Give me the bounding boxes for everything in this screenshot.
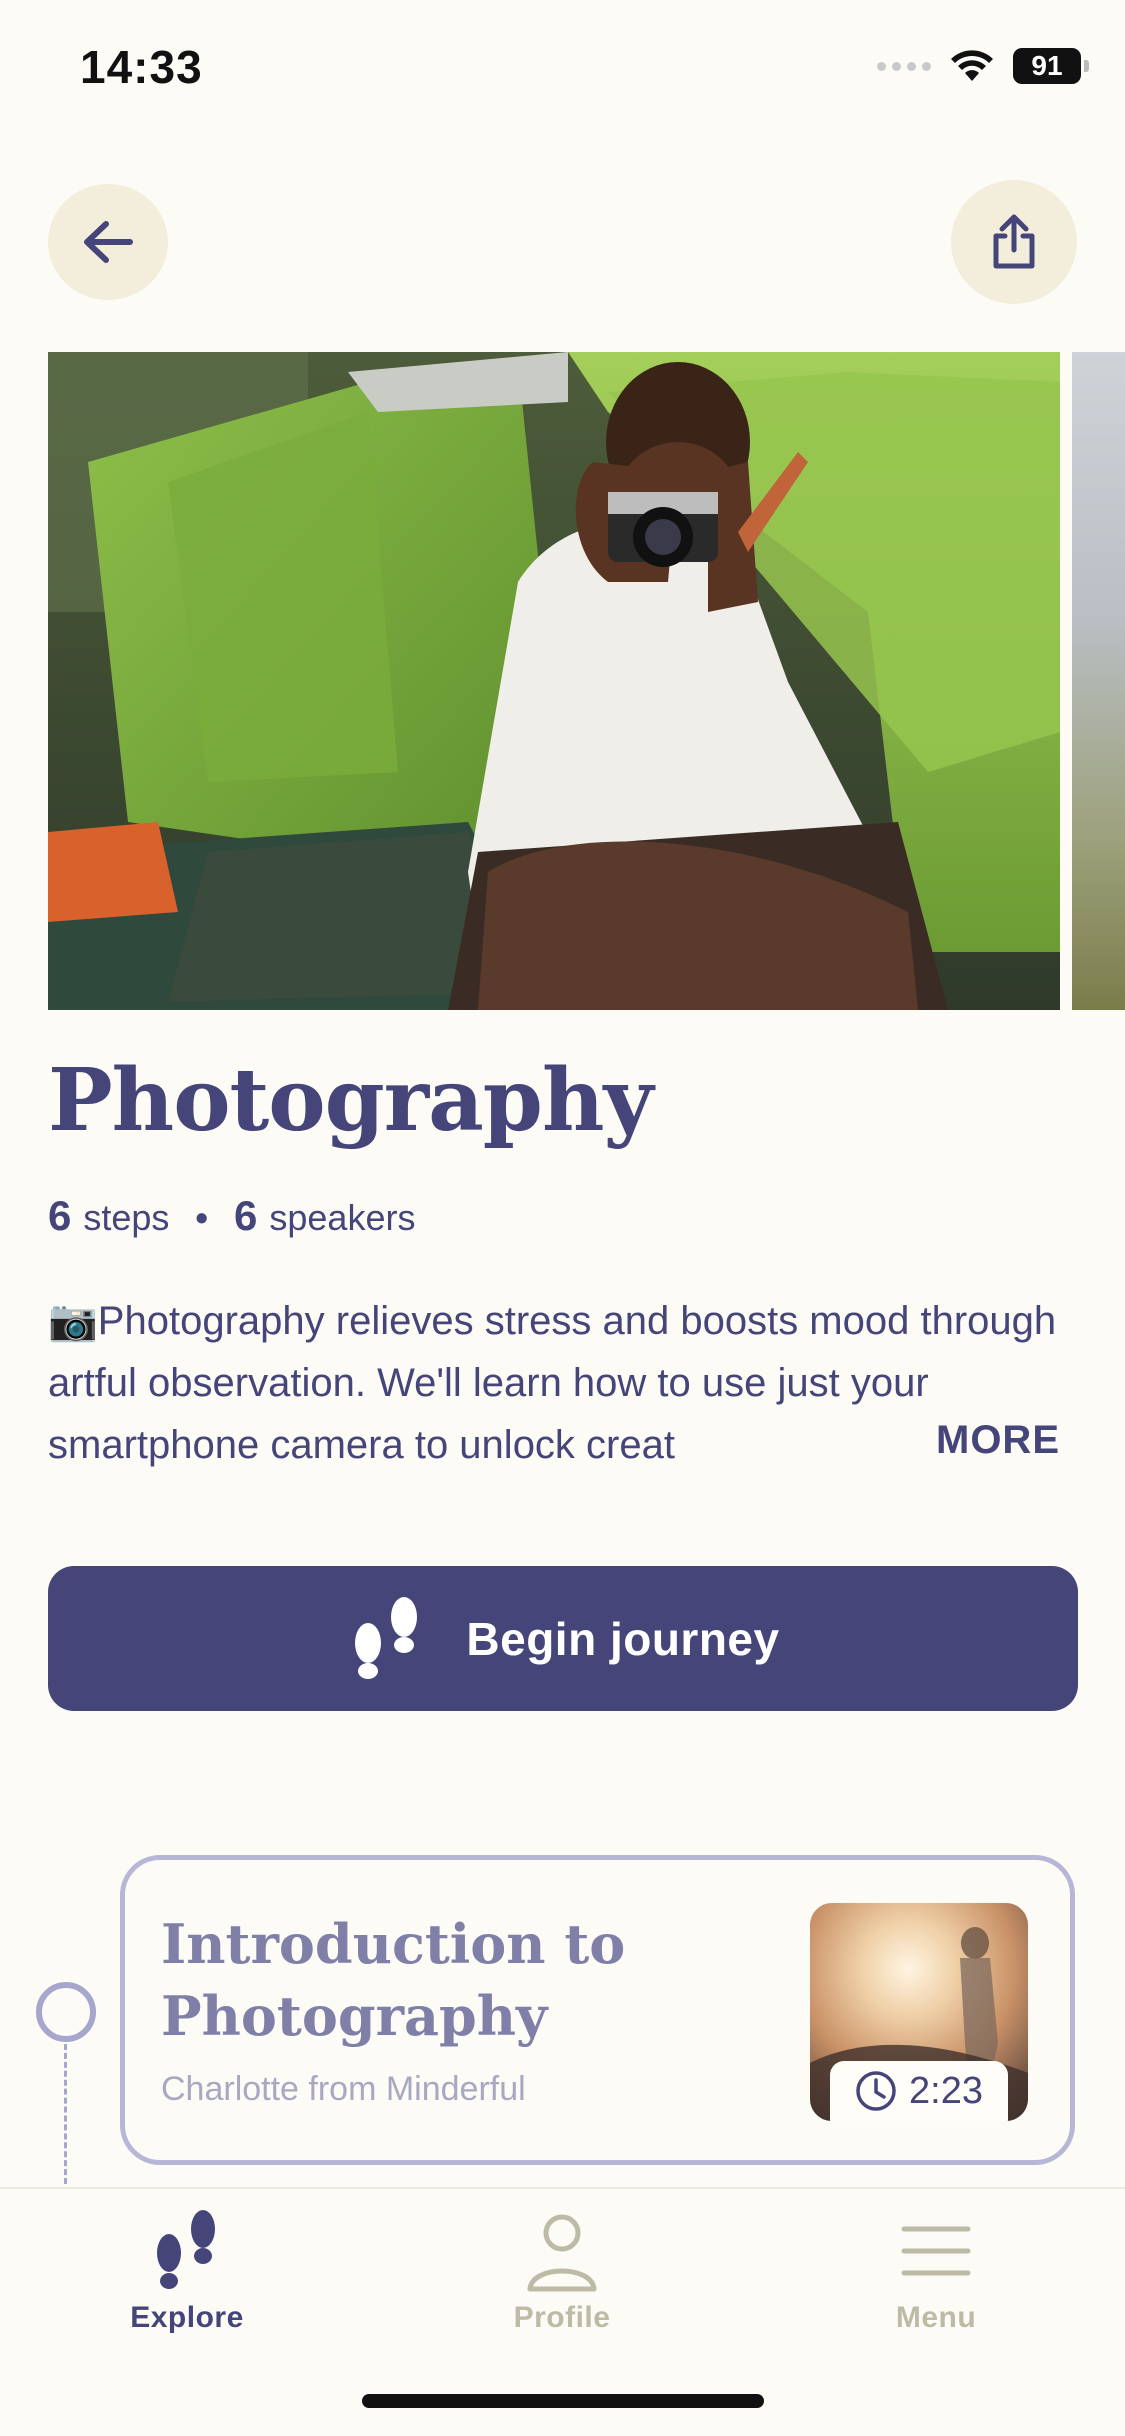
tab-menu-label: Menu <box>895 2301 977 2334</box>
back-button[interactable] <box>48 184 168 300</box>
step-title: Introduction to Photography <box>161 1912 626 2048</box>
hero-image <box>48 352 1060 1010</box>
journey-description: 📷Photography relieves stress and boosts … <box>48 1290 1068 1476</box>
journey-title: Photography <box>48 1050 653 1151</box>
share-button[interactable] <box>951 180 1077 304</box>
footsteps-icon <box>157 2210 215 2289</box>
footsteps-icon <box>355 1596 418 1679</box>
begin-journey-button[interactable]: Begin journey <box>48 1566 1078 1711</box>
speakers-label: speakers <box>269 1197 416 1238</box>
profile-icon <box>527 2214 597 2292</box>
step-thumbnail: 2:23 <box>810 1903 1028 2121</box>
cellular-signal-icon <box>877 61 931 71</box>
clock-icon <box>856 2071 896 2111</box>
tab-menu[interactable]: Menu <box>806 2209 1066 2335</box>
menu-icon <box>901 2226 971 2276</box>
arrow-left-icon <box>84 221 133 263</box>
share-icon <box>993 214 1035 269</box>
tab-explore[interactable]: Explore <box>57 2209 317 2335</box>
status-bar: 14:33 91 <box>0 0 1125 140</box>
steps-label: steps <box>83 1197 170 1238</box>
steps-count: 6 <box>48 1192 72 1239</box>
timeline-line <box>64 2044 67 2184</box>
tab-profile-label: Profile <box>513 2301 611 2334</box>
duration-badge: 2:23 <box>830 2061 1008 2121</box>
more-link[interactable]: MORE <box>936 1418 1060 1463</box>
step-card[interactable]: Introduction to Photography Charlotte fr… <box>120 1855 1075 2165</box>
timeline-node <box>36 1982 96 2042</box>
tab-explore-label: Explore <box>130 2301 244 2334</box>
journey-meta: 6 steps • 6 speakers <box>48 1192 415 1240</box>
home-indicator[interactable] <box>362 2394 764 2408</box>
begin-journey-label: Begin journey <box>466 1612 780 1665</box>
tab-profile[interactable]: Profile <box>432 2209 692 2335</box>
next-hero-image[interactable] <box>1072 352 1125 1010</box>
status-time: 14:33 <box>80 41 203 93</box>
step-speaker: Charlotte from Minderful <box>161 2070 526 2108</box>
speakers-count: 6 <box>234 1192 258 1239</box>
status-icons: 91 <box>877 48 1089 84</box>
battery-icon: 91 <box>1013 48 1089 84</box>
meta-separator: • <box>195 1197 209 1238</box>
duration-text: 2:23 <box>909 2069 983 2112</box>
wifi-icon <box>951 50 993 81</box>
